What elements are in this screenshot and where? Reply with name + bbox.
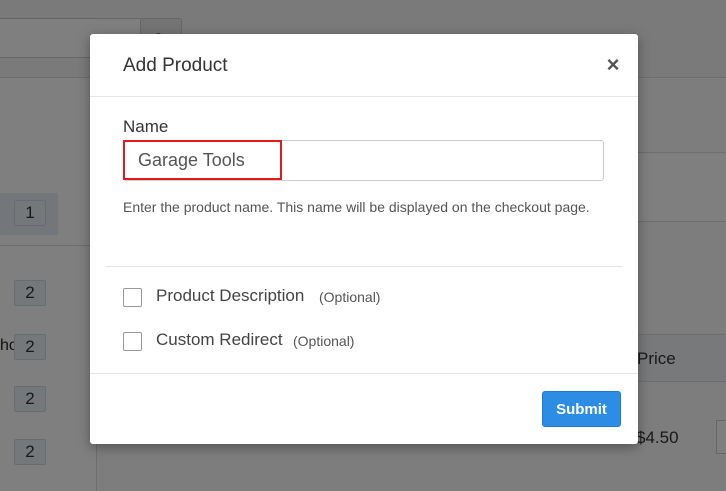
optional-tag: (Optional) — [319, 289, 381, 305]
optional-tag: (Optional) — [293, 333, 355, 349]
custom-redirect-label[interactable]: Custom Redirect — [156, 330, 283, 350]
modal-title: Add Product — [123, 55, 228, 76]
add-product-modal: Add Product × Name Enter the product nam… — [90, 34, 638, 444]
submit-button[interactable]: Submit — [542, 391, 621, 427]
name-label: Name — [123, 117, 169, 136]
divider — [106, 266, 622, 267]
product-name-input[interactable] — [123, 140, 604, 181]
help-text: Enter the product name. This name will b… — [123, 199, 590, 215]
close-button[interactable]: × — [602, 51, 624, 79]
custom-redirect-checkbox[interactable] — [123, 332, 142, 351]
footer-divider — [90, 373, 638, 374]
product-description-label[interactable]: Product Description — [156, 286, 304, 306]
close-icon: × — [606, 52, 620, 77]
modal-header: Add Product × — [90, 34, 638, 97]
product-description-checkbox[interactable] — [123, 288, 142, 307]
